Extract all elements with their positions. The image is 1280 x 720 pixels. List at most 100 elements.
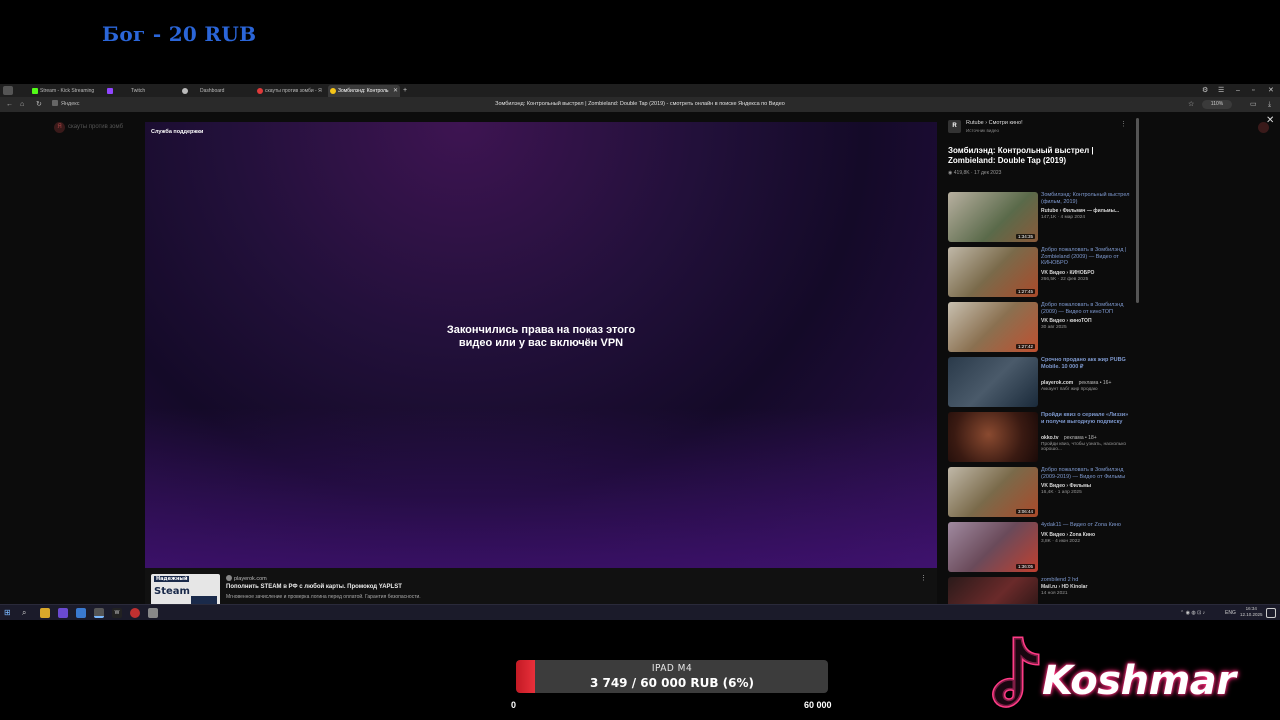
tabs-list-icon[interactable]: ☰ bbox=[1218, 84, 1224, 97]
list-item[interactable]: 1:34:35 Зомбилэнд: Контрольный выстрел (… bbox=[948, 192, 1138, 244]
video-unavailable-message: Закончились права на показ этого видео и… bbox=[446, 324, 636, 349]
ad-badge: реклама • 18+ bbox=[1063, 435, 1097, 441]
ad-badge: реклама • 16+ bbox=[1078, 380, 1112, 386]
browser-menu-icon[interactable] bbox=[3, 86, 13, 95]
donation-goal-bar: IPAD M4 3 749 / 60 000 RUB (6%) bbox=[516, 660, 828, 693]
tab-label: Зомбилэнд: Контроль bbox=[338, 88, 389, 94]
tab-kick[interactable]: Stream - Kick Streaming bbox=[30, 85, 102, 97]
video-player[interactable]: Служба поддержки Закончились права на по… bbox=[145, 122, 937, 568]
list-item[interactable]: 1:27:42 Добро пожаловать в Зомбилэнд (20… bbox=[948, 302, 1138, 354]
back-icon[interactable]: ← bbox=[6, 97, 13, 112]
goal-min-label: 0 bbox=[511, 700, 517, 710]
ad-title[interactable]: Пополнить STEAM в РФ с любой карты. Пром… bbox=[226, 584, 402, 590]
video-thumbnail[interactable] bbox=[948, 357, 1038, 407]
video-thumbnail[interactable]: 1:36:05 bbox=[948, 522, 1038, 572]
ad-title[interactable]: Пройди квиз о сериале «Лиззи» и получи в… bbox=[1041, 412, 1131, 425]
tab-dashboard[interactable]: Dashboard bbox=[180, 85, 252, 97]
home-icon[interactable]: ⌂ bbox=[20, 97, 24, 112]
settings-icon[interactable]: ⚙ bbox=[1202, 84, 1208, 97]
video-title[interactable]: zombilend 2 hd bbox=[1041, 577, 1131, 584]
tiktok-note-icon bbox=[992, 636, 1040, 708]
video-title[interactable]: Добро пожаловать в Зомбилэнд (2009) — Ви… bbox=[1041, 302, 1131, 315]
ad-title[interactable]: Срочно продано акк жир PUBG Mobile. 10 0… bbox=[1041, 357, 1131, 370]
close-window-button[interactable]: ✕ bbox=[1268, 84, 1274, 97]
reload-icon[interactable]: ↻ bbox=[36, 97, 42, 112]
video-meta-text: 419,8K · 17 дек 2023 bbox=[953, 170, 1002, 176]
obs-icon[interactable] bbox=[130, 608, 140, 618]
video-thumbnail[interactable]: 1:34:35 bbox=[948, 192, 1038, 242]
maximize-button[interactable]: ▫ bbox=[1252, 84, 1254, 97]
list-item[interactable]: Срочно продано акк жир PUBG Mobile. 10 0… bbox=[948, 357, 1138, 409]
tab-search[interactable]: скауты против зомби - Я bbox=[255, 85, 327, 97]
ad-thumb-text: Надежный bbox=[154, 576, 190, 582]
tray-icons[interactable]: ⌃ ◉ ◍ ⊡ ♪ bbox=[1180, 605, 1205, 621]
video-meta: 3,8K · 4 июн 2022 bbox=[1041, 539, 1081, 544]
goal-amount: 3 749 / 60 000 RUB (6%) bbox=[589, 676, 755, 690]
list-item[interactable]: 1:36:05 4ydak11 — Видео от Zona Кино VK … bbox=[948, 522, 1138, 574]
extensions-icon[interactable]: ▭ bbox=[1250, 97, 1257, 112]
list-item[interactable]: Пройди квиз о сериале «Лиззи» и получи в… bbox=[948, 412, 1138, 464]
video-meta: 16,4K · 1 апр 2025 bbox=[1041, 490, 1082, 495]
list-item[interactable]: 3:06:44 Добро пожаловать в Зомбилэнд (20… bbox=[948, 467, 1138, 519]
ad-source-text: playerok.com bbox=[234, 576, 267, 582]
video-source: VK Видео › Фильмы bbox=[1041, 483, 1092, 489]
duration-badge: 1:27:45 bbox=[1015, 289, 1035, 294]
more-options-icon[interactable]: ⋮ bbox=[1120, 120, 1127, 128]
close-viewer-icon[interactable]: ✕ bbox=[1266, 115, 1274, 126]
video-meta: 14 ноя 2021 bbox=[1041, 591, 1068, 596]
video-title[interactable]: Добро пожаловать в Зомбилэнд (2009-2019)… bbox=[1041, 467, 1131, 480]
goal-max-label: 60 000 bbox=[804, 700, 832, 710]
video-title[interactable]: 4ydak11 — Видео от Zona Кино bbox=[1041, 522, 1131, 529]
background-search-box[interactable]: Я скауты против зомб bbox=[52, 120, 152, 134]
close-tab-icon[interactable]: ✕ bbox=[393, 85, 398, 97]
video-meta: 266,5K · 22 фев 2025 bbox=[1041, 277, 1089, 282]
video-title[interactable]: Добро пожаловать в Зомбилэнд | Zombielan… bbox=[1041, 247, 1131, 267]
video-source: Mail.ru › HD Kinolar bbox=[1041, 584, 1088, 590]
support-link[interactable]: Служба поддержки bbox=[151, 129, 203, 135]
ad-source: playerok.com реклама • 16+ bbox=[1041, 380, 1111, 386]
bookmark-icon[interactable]: ☆ bbox=[1188, 97, 1194, 112]
video-title[interactable]: Зомбилэнд: Контрольный выстрел | Zombiel… bbox=[948, 146, 1118, 166]
clock[interactable]: 16:34 12.10.2025 bbox=[1240, 606, 1263, 618]
video-thumbnail[interactable] bbox=[948, 412, 1038, 462]
tab-twitch[interactable]: Twitch bbox=[105, 85, 177, 97]
app-icon[interactable] bbox=[76, 608, 86, 618]
app-icon[interactable] bbox=[58, 608, 68, 618]
video-thumbnail[interactable]: 1:27:42 bbox=[948, 302, 1038, 352]
list-item[interactable]: 1:27:45 Добро пожаловать в Зомбилэнд | Z… bbox=[948, 247, 1138, 299]
zoom-indicator[interactable]: 110% bbox=[1202, 100, 1232, 109]
duration-badge: 1:27:42 bbox=[1015, 344, 1035, 349]
tab-active-video[interactable]: Зомбилэнд: Контроль ✕ bbox=[328, 85, 400, 97]
notification-icon[interactable] bbox=[1266, 608, 1276, 618]
file-explorer-icon[interactable] bbox=[40, 608, 50, 618]
video-thumbnail[interactable]: 1:27:45 bbox=[948, 247, 1038, 297]
language-indicator[interactable]: ENG bbox=[1225, 605, 1236, 621]
video-meta: 30 авг 2025 bbox=[1041, 325, 1067, 330]
address-field[interactable]: Яндекс bbox=[52, 97, 80, 112]
windows-start-icon[interactable]: ⊞ bbox=[4, 608, 14, 618]
source-name[interactable]: Rutube › Смотри кино! bbox=[966, 120, 1023, 126]
lock-icon bbox=[52, 100, 58, 106]
video-thumbnail[interactable]: 3:06:44 bbox=[948, 467, 1038, 517]
goal-name: IPAD M4 bbox=[651, 663, 693, 674]
address-bar: ← ⌂ ↻ Яндекс Зомбилэнд: Контрольный выст… bbox=[0, 97, 1280, 112]
logo-text: Koshmar bbox=[1042, 658, 1236, 704]
search-icon[interactable]: ⌕ bbox=[22, 608, 32, 618]
ad-subtitle: Мгновенное зачисление и проверка логина … bbox=[226, 594, 421, 600]
download-icon[interactable]: ⤓ bbox=[1268, 97, 1271, 112]
minimize-button[interactable]: – bbox=[1236, 84, 1240, 97]
more-options-icon[interactable]: ⋮ bbox=[920, 574, 927, 582]
ad-source[interactable]: playerok.com bbox=[226, 575, 267, 582]
page-title: Зомбилэнд: Контрольный выстрел | Zombiel… bbox=[495, 101, 785, 107]
yandex-logo-icon: Я bbox=[54, 122, 65, 133]
app-icon[interactable]: W bbox=[112, 608, 122, 618]
yandex-browser-icon[interactable] bbox=[94, 608, 104, 618]
rutube-logo-icon: R bbox=[948, 120, 961, 133]
ad-thumbnail[interactable]: Надежный Steam bbox=[151, 574, 220, 606]
yandex-video-icon bbox=[330, 88, 336, 94]
video-title[interactable]: Зомбилэнд: Контрольный выстрел (фильм, 2… bbox=[1041, 192, 1131, 205]
video-source: VK Видео › киноТОП bbox=[1041, 318, 1092, 324]
new-tab-button[interactable]: + bbox=[403, 84, 407, 97]
shield-icon bbox=[182, 88, 188, 94]
app-icon[interactable] bbox=[148, 608, 158, 618]
